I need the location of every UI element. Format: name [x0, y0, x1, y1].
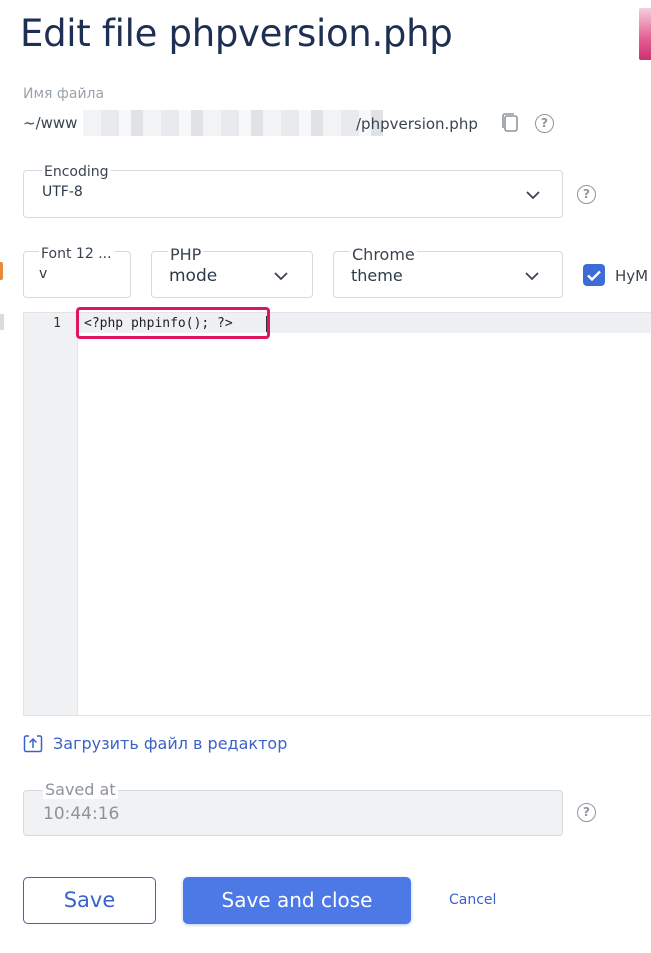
- theme-select[interactable]: Chrome theme: [333, 245, 563, 298]
- encoding-label: Encoding: [42, 164, 111, 180]
- corner-decoration: [639, 8, 651, 60]
- encoding-help-icon[interactable]: ?: [577, 185, 596, 204]
- copy-icon[interactable]: [500, 112, 520, 134]
- encoding-select[interactable]: Encoding UTF-8: [23, 164, 563, 218]
- theme-label: Chrome: [350, 245, 417, 264]
- highlight-annotation: [76, 307, 270, 339]
- path-start: ~/www: [23, 114, 78, 132]
- upload-file-link[interactable]: Загрузить файл в редактор: [23, 732, 287, 754]
- chevron-down-icon: [525, 272, 539, 281]
- chevron-down-icon: [526, 191, 540, 200]
- font-size-value: v: [39, 266, 48, 282]
- font-size-select[interactable]: Font 12 ... v: [23, 246, 131, 298]
- upload-icon: [23, 735, 43, 753]
- encoding-value: UTF-8: [42, 184, 83, 200]
- saved-at-label: Saved at: [43, 780, 118, 799]
- upload-file-label: Загрузить файл в редактор: [53, 733, 288, 753]
- code-editor[interactable]: 1 <?php phpinfo(); ?>: [23, 312, 651, 716]
- dialog-title: Edit file phpversion.php: [20, 12, 453, 55]
- check-icon: [587, 270, 601, 281]
- font-size-label: Font 12 ...: [39, 246, 114, 262]
- chevron-down-icon: [274, 272, 288, 281]
- saved-at-value: 10:44:16: [43, 804, 120, 824]
- mode-select[interactable]: PHP mode: [151, 245, 313, 298]
- left-edge-marker: [0, 262, 3, 280]
- file-path: ~/www /phpversion.php: [23, 110, 483, 138]
- line-numbers-label: НуМ: [615, 267, 649, 285]
- line-numbers-checkbox[interactable]: [583, 264, 605, 286]
- mode-label: PHP: [168, 245, 204, 264]
- line-number-gutter: 1: [24, 313, 78, 715]
- path-redacted: [83, 110, 383, 136]
- save-button[interactable]: Save: [23, 877, 156, 924]
- save-and-close-button[interactable]: Save and close: [183, 877, 411, 924]
- mode-value: mode: [169, 266, 218, 286]
- saved-help-icon[interactable]: ?: [577, 803, 596, 822]
- cancel-button[interactable]: Cancel: [449, 892, 496, 908]
- path-end: /phpversion.php: [356, 115, 478, 133]
- line-number: 1: [53, 316, 61, 331]
- theme-value: theme: [351, 266, 403, 285]
- left-edge-marker: [0, 314, 4, 330]
- filename-label: Имя файла: [23, 86, 105, 102]
- filename-help-icon[interactable]: ?: [535, 114, 554, 133]
